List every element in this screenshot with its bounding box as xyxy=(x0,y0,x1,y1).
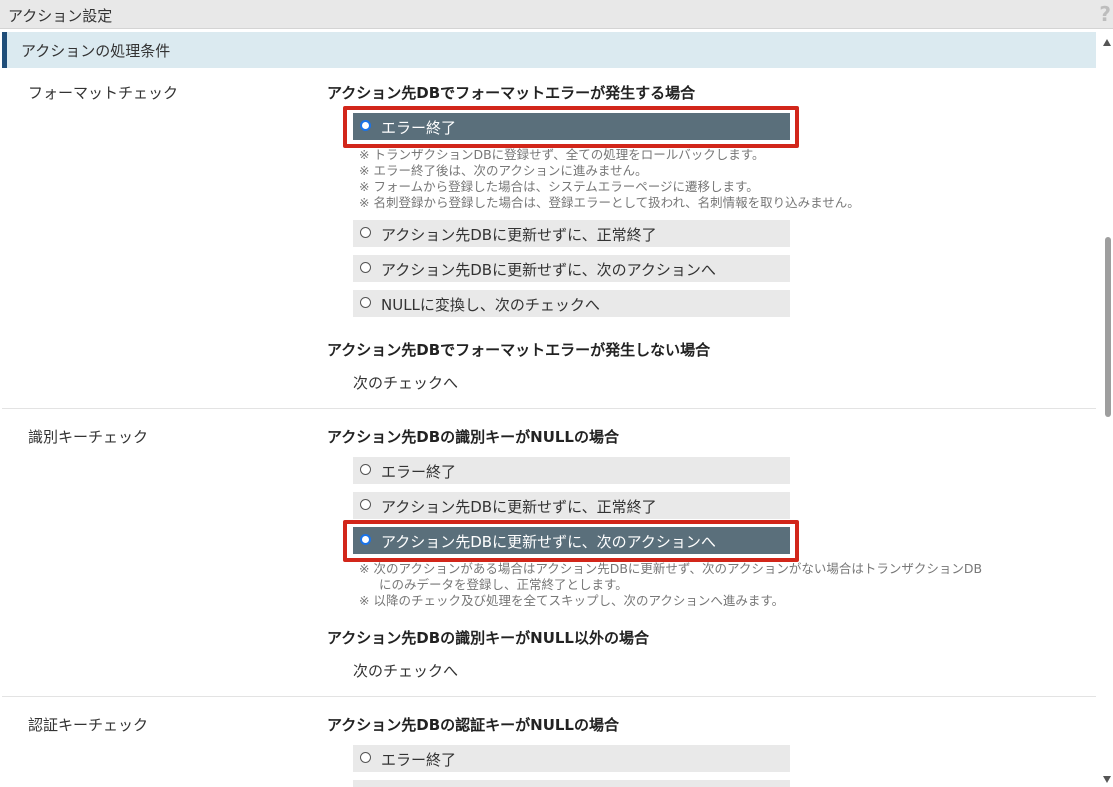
option-label: アクション先DBに更新せずに、次のアクションへ xyxy=(381,261,716,279)
option-label: エラー終了 xyxy=(381,463,457,481)
auth-check-cond1-title: アクション先DBの認証キーがNULLの場合 xyxy=(327,716,619,734)
note-line: ※ 以降のチェック及び処理を全てスキップし、次のアクションへ進みます。 xyxy=(359,593,785,608)
format-check-option-next-action[interactable]: アクション先DBに更新せずに、次のアクションへ xyxy=(353,255,790,282)
radio-icon[interactable] xyxy=(360,464,371,475)
auth-check-label: 認証キーチェック xyxy=(28,716,149,734)
format-check-option-normal-end[interactable]: アクション先DBに更新せずに、正常終了 xyxy=(353,220,790,247)
format-check-option-null-convert[interactable]: NULLに変換し、次のチェックへ xyxy=(353,290,790,317)
scroll-down-icon[interactable] xyxy=(1103,776,1111,783)
note-line: ※ 次のアクションがある場合はアクション先DBに更新せず、次のアクションがない場… xyxy=(359,561,983,576)
vertical-scrollbar[interactable] xyxy=(1100,29,1113,787)
auth-check-option-cut[interactable] xyxy=(353,780,790,787)
key-check-cond2-text: 次のチェックへ xyxy=(353,662,459,680)
scrollbar-thumb[interactable] xyxy=(1105,237,1111,417)
row-divider xyxy=(2,696,1096,697)
radio-icon[interactable] xyxy=(360,752,371,763)
scroll-up-icon[interactable] xyxy=(1103,39,1111,46)
format-check-cond1-title: アクション先DBでフォーマットエラーが発生する場合 xyxy=(327,84,696,102)
format-check-notes: ※ トランザクションDBに登録せず、全ての処理をロールバックします。 ※ エラー… xyxy=(359,147,860,211)
window-titlebar: アクション設定 ? xyxy=(0,0,1113,29)
note-line: にのみデータを登録し、正常終了とします。 xyxy=(379,577,628,592)
key-check-cond1-title: アクション先DBの識別キーがNULLの場合 xyxy=(327,428,619,446)
note-line: ※ 名刺登録から登録した場合は、登録エラーとして扱われ、名刺情報を取り込みません… xyxy=(359,195,860,210)
key-check-cond2-title: アクション先DBの識別キーがNULL以外の場合 xyxy=(327,629,649,647)
note-line: ※ トランザクションDBに登録せず、全ての処理をロールバックします。 xyxy=(359,147,765,162)
format-check-cond2-text: 次のチェックへ xyxy=(353,374,459,392)
key-check-option-normal-end[interactable]: アクション先DBに更新せずに、正常終了 xyxy=(353,492,790,519)
option-label: アクション先DBに更新せずに、正常終了 xyxy=(381,226,657,244)
section-title: アクションの処理条件 xyxy=(21,42,171,60)
highlight-box xyxy=(343,520,799,562)
window-title: アクション設定 xyxy=(8,7,113,25)
radio-icon[interactable] xyxy=(360,499,371,510)
row-divider xyxy=(2,408,1096,409)
note-line: ※ フォームから登録した場合は、システムエラーページに遷移します。 xyxy=(359,179,759,194)
key-check-label: 識別キーチェック xyxy=(28,428,149,446)
help-icon[interactable]: ? xyxy=(1099,2,1111,26)
note-line: ※ エラー終了後は、次のアクションに進みません。 xyxy=(359,163,648,178)
option-label: エラー終了 xyxy=(381,751,457,769)
key-check-option-error-end[interactable]: エラー終了 xyxy=(353,457,790,484)
format-check-cond2-title: アクション先DBでフォーマットエラーが発生しない場合 xyxy=(327,341,711,359)
radio-icon[interactable] xyxy=(360,227,371,238)
settings-content: アクションの処理条件 フォーマットチェック アクション先DBでフォーマットエラー… xyxy=(0,29,1100,787)
section-header: アクションの処理条件 xyxy=(2,32,1096,68)
auth-check-option-error-end[interactable]: エラー終了 xyxy=(353,745,790,772)
option-label: NULLに変換し、次のチェックへ xyxy=(381,296,600,314)
key-check-notes: ※ 次のアクションがある場合はアクション先DBに更新せず、次のアクションがない場… xyxy=(359,561,982,609)
radio-icon[interactable] xyxy=(360,262,371,273)
format-check-label: フォーマットチェック xyxy=(28,84,179,102)
highlight-box xyxy=(343,106,799,148)
radio-icon[interactable] xyxy=(360,297,371,308)
option-label: アクション先DBに更新せずに、正常終了 xyxy=(381,498,657,516)
